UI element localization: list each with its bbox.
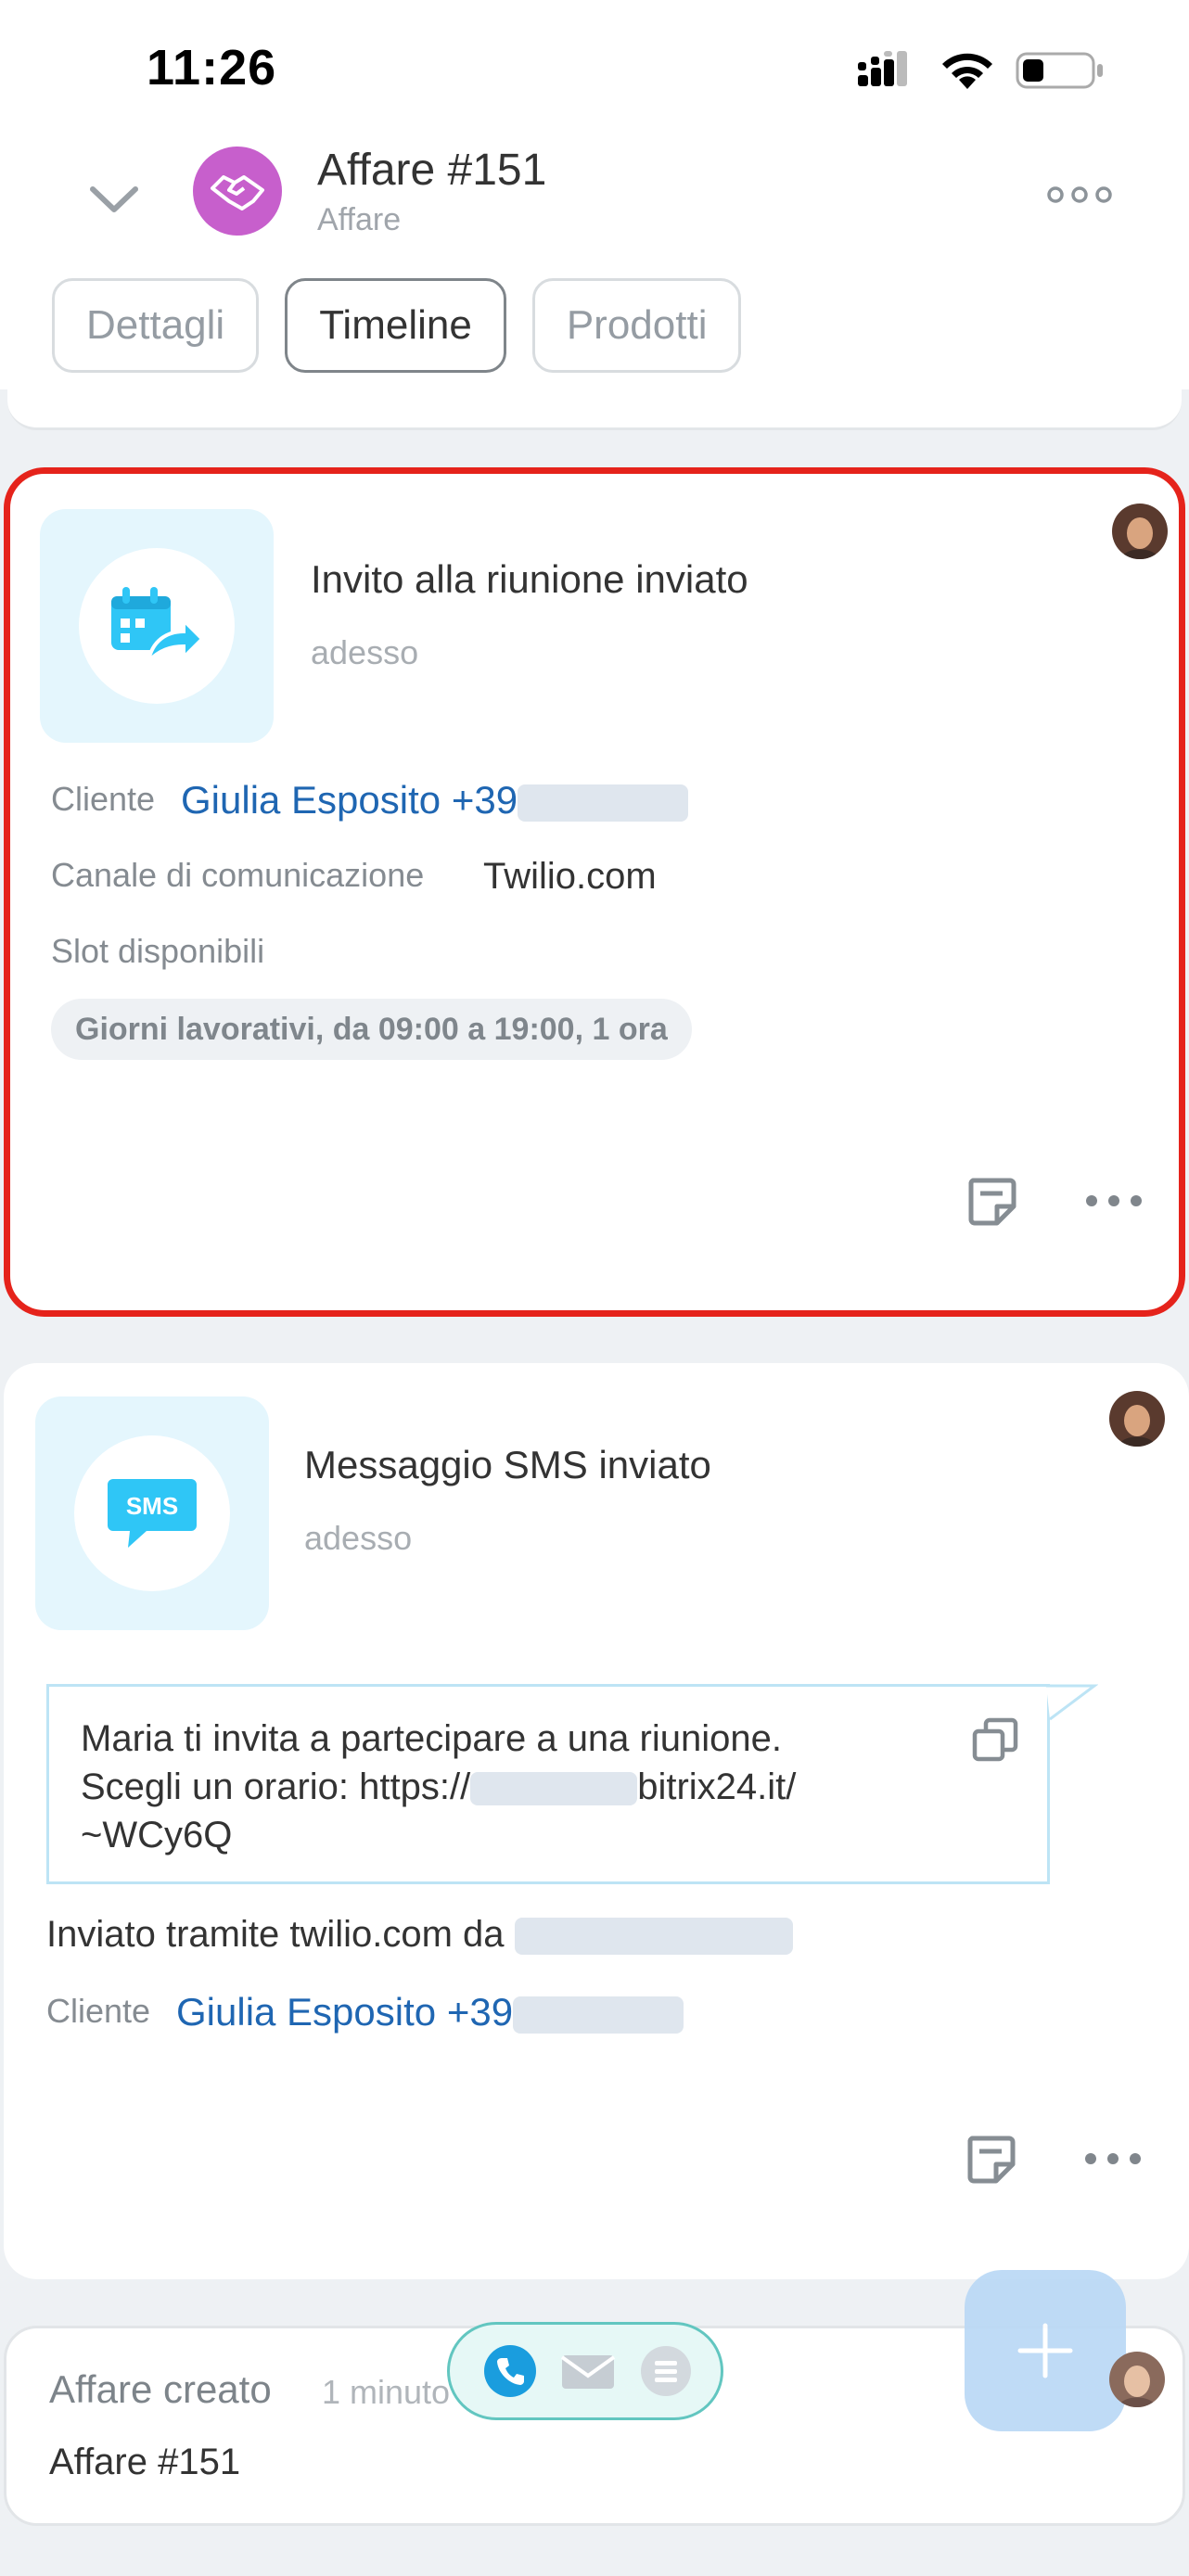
handshake-icon <box>211 175 264 210</box>
svg-text:SMS: SMS <box>126 1492 178 1520</box>
client-label: Cliente <box>51 780 156 818</box>
tab-dettagli[interactable]: Dettagli <box>52 278 260 373</box>
tab-bar: Dettagli Timeline Prodotti <box>52 278 742 373</box>
user-avatar[interactable] <box>1112 504 1168 559</box>
sms-message-bubble: Maria ti invita a partecipare a una riun… <box>46 1684 1050 1884</box>
deal-subtitle: Affare <box>317 202 402 237</box>
channel-value: Twilio.com <box>483 856 657 897</box>
client-name: Giulia Esposito <box>181 778 441 822</box>
meeting-icon-tile <box>40 509 274 743</box>
card-more-icon[interactable] <box>1084 1190 1144 1212</box>
url-redacted <box>470 1772 638 1806</box>
chevron-down-icon[interactable] <box>82 167 147 232</box>
sms-card-title: Messaggio SMS inviato <box>304 1443 711 1486</box>
sms-icon-tile: SMS <box>35 1396 269 1630</box>
phone-icon[interactable] <box>483 2344 537 2398</box>
tab-prodotti[interactable]: Prodotti <box>531 278 742 373</box>
client-phone: +39 <box>446 1990 514 2034</box>
created-card-time: 1 minuto <box>322 2373 451 2411</box>
plus-icon <box>1017 2323 1073 2378</box>
mail-icon[interactable] <box>559 2350 617 2392</box>
client-phone: +39 <box>451 778 518 822</box>
deal-header: Affare #151 Affare <box>0 130 1189 269</box>
calendar-share-icon <box>111 587 205 667</box>
sender-redacted <box>514 1918 793 1956</box>
more-options-icon[interactable] <box>1046 176 1113 213</box>
previous-card-edge <box>7 389 1182 430</box>
communication-bar <box>447 2322 723 2420</box>
phone-redacted <box>518 784 689 822</box>
status-time: 11:26 <box>147 40 277 96</box>
created-card-value: Affare #151 <box>49 2442 241 2482</box>
deal-title: Affare #151 <box>317 146 547 195</box>
phone-redacted <box>513 1996 684 2034</box>
meeting-card-title: Invito alla riunione inviato <box>311 557 748 601</box>
card-more-icon[interactable] <box>1083 2148 1143 2170</box>
client-name: Giulia Esposito <box>176 1990 437 2034</box>
status-bar: 11:26 <box>0 0 1189 130</box>
sms-card-time: adesso <box>304 1519 413 1557</box>
sms-icon: SMS <box>108 1479 197 1548</box>
deal-avatar <box>193 147 282 236</box>
slots-chip[interactable]: Giorni lavorativi, da 09:00 a 19:00, 1 o… <box>51 999 692 1060</box>
sms-message-text: Maria ti invita a partecipare a una riun… <box>81 1718 797 1855</box>
user-avatar[interactable] <box>1109 1391 1165 1447</box>
sms-card[interactable]: SMS Messaggio SMS inviato adesso Maria t… <box>4 1363 1189 2279</box>
note-icon[interactable] <box>965 1175 1017 1227</box>
note-icon[interactable] <box>965 2133 1016 2185</box>
client-label: Cliente <box>46 1992 151 2030</box>
sent-via-text: Inviato tramite twilio.com da <box>46 1914 793 1956</box>
chat-icon[interactable] <box>639 2344 693 2398</box>
client-link[interactable]: Giulia Esposito +39 <box>176 1990 684 2034</box>
meeting-invite-card[interactable]: Invito alla riunione inviato adesso Clie… <box>4 467 1185 1317</box>
created-card-title: Affare creato <box>49 2367 272 2411</box>
copy-icon[interactable] <box>971 1716 1019 1765</box>
top-bar: 11:26 Affare #151 Affare Dettagli Timeli… <box>0 0 1189 389</box>
cellular-signal-icon <box>858 51 907 86</box>
meeting-card-time: adesso <box>311 633 419 671</box>
slots-label: Slot disponibili <box>51 932 265 970</box>
add-button[interactable] <box>965 2270 1126 2431</box>
wifi-icon <box>942 53 992 89</box>
tab-timeline[interactable]: Timeline <box>285 278 506 373</box>
client-link[interactable]: Giulia Esposito +39 <box>181 778 689 823</box>
bubble-tail <box>1046 1684 1098 1721</box>
user-avatar[interactable] <box>1109 2352 1165 2407</box>
battery-icon <box>1016 52 1103 89</box>
channel-label: Canale di comunicazione <box>51 856 425 894</box>
